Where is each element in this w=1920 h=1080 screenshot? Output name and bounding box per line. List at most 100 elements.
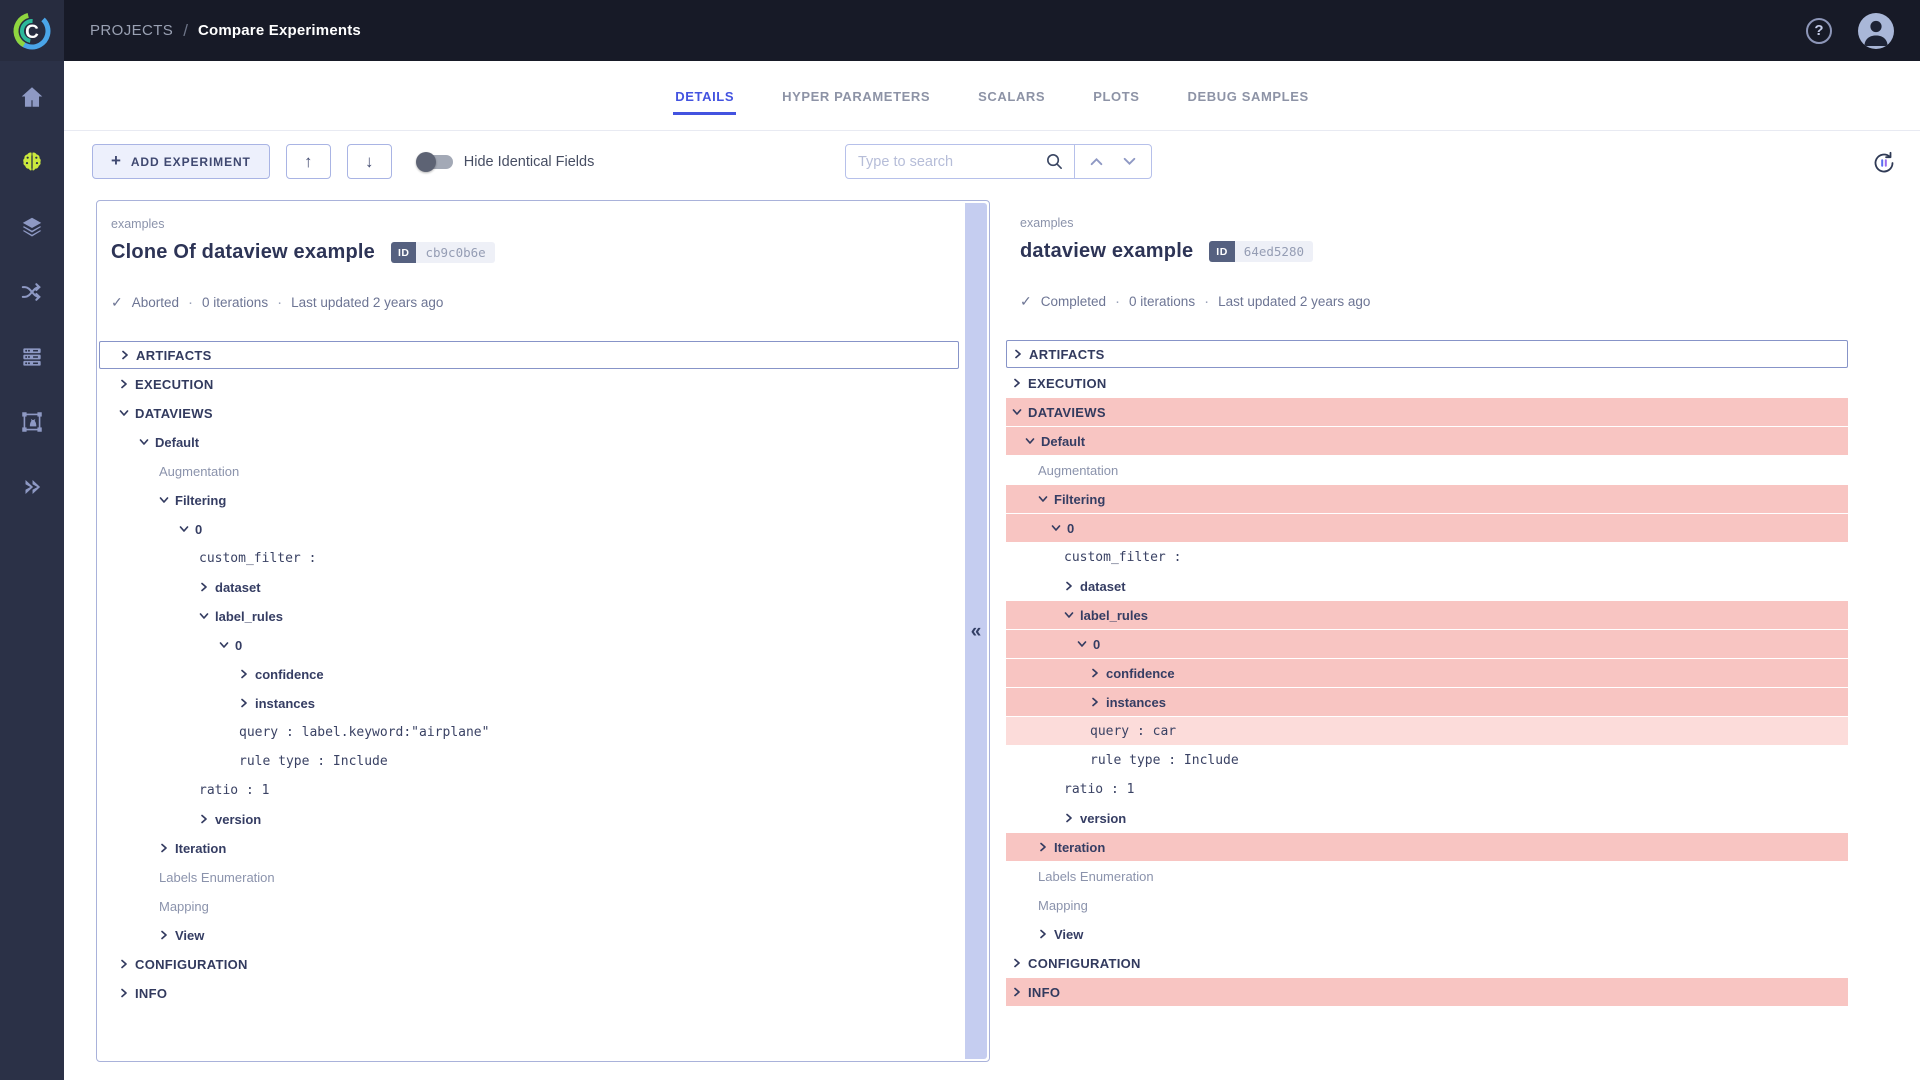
move-down-button[interactable]: ↓ [347, 144, 392, 179]
tree-row-augmentation[interactable]: Augmentation [1006, 456, 1848, 484]
experiments-brain-icon[interactable] [18, 148, 46, 176]
tree-row-label-rules[interactable]: label_rules [99, 602, 959, 630]
chevron-right-icon [159, 843, 169, 853]
iterations-text: 0 iterations [1129, 294, 1195, 309]
tree-row-label: confidence [1106, 666, 1175, 681]
chevron-right-icon [1038, 842, 1048, 852]
workers-queues-icon[interactable] [18, 343, 46, 371]
tree-row-label: INFO [1028, 985, 1060, 1000]
tree-row-labels-enumeration[interactable]: Labels Enumeration [1006, 862, 1848, 890]
tree-row-label: Iteration [175, 841, 226, 856]
auto-refresh-button[interactable] [1870, 149, 1898, 177]
tree-row-instances[interactable]: instances [99, 689, 959, 717]
tree-row-dataviews[interactable]: DATAVIEWS [99, 399, 959, 427]
tab-plots[interactable]: PLOTS [1091, 83, 1141, 115]
pipelines-icon[interactable] [18, 278, 46, 306]
tree-row-label: DATAVIEWS [1028, 405, 1106, 420]
person-icon [1858, 13, 1894, 49]
tree-row-view[interactable]: View [1006, 920, 1848, 948]
tree-row-label: Labels Enumeration [1038, 869, 1154, 884]
tree-row-execution[interactable]: EXECUTION [1006, 369, 1848, 397]
tree-row-artifacts[interactable]: ARTIFACTS [1006, 340, 1848, 368]
tree-row-filtering[interactable]: Filtering [99, 486, 959, 514]
tree-row-info[interactable]: INFO [1006, 978, 1848, 1006]
breadcrumb-projects[interactable]: PROJECTS [90, 22, 173, 39]
tree-row-0[interactable]: 0 [1006, 630, 1848, 658]
chevron-right-icon [199, 814, 209, 824]
tree-row-mapping[interactable]: Mapping [99, 892, 959, 920]
tree-row-artifacts[interactable]: ARTIFACTS [99, 341, 959, 369]
tree-row-query-label-keyword-airplane[interactable]: query : label.keyword:"airplane" [99, 718, 959, 746]
tree-row-query-label-keyword-airplane[interactable]: query : car [1006, 717, 1848, 745]
tree-row-configuration[interactable]: CONFIGURATION [99, 950, 959, 978]
annotations-icon[interactable] [18, 408, 46, 436]
tree-row-iteration[interactable]: Iteration [99, 834, 959, 862]
tree-row-confidence[interactable]: confidence [99, 660, 959, 688]
search-prev-button[interactable] [1086, 151, 1108, 173]
tab-details[interactable]: DETAILS [673, 83, 736, 115]
tree-row-labels-enumeration[interactable]: Labels Enumeration [99, 863, 959, 891]
updated-text: Last updated 2 years ago [1218, 294, 1370, 309]
tree-row-info[interactable]: INFO [99, 979, 959, 1007]
tree-row-filtering[interactable]: Filtering [1006, 485, 1848, 513]
tab-debug-samples[interactable]: DEBUG SAMPLES [1186, 83, 1311, 115]
add-experiment-button[interactable]: + ADD EXPERIMENT [92, 144, 270, 179]
chevron-right-icon [1012, 958, 1022, 968]
tree-row-label: Filtering [175, 493, 226, 508]
tree-row-custom-filter[interactable]: custom_filter : [1006, 543, 1848, 571]
collapse-panel-handle[interactable]: « [965, 203, 987, 1059]
tree-row-iteration[interactable]: Iteration [1006, 833, 1848, 861]
tree-row-confidence[interactable]: confidence [1006, 659, 1848, 687]
tree-row-0[interactable]: 0 [99, 515, 959, 543]
tree-row-dataset[interactable]: dataset [1006, 572, 1848, 600]
chevron-right-icon [1064, 581, 1074, 591]
tree-row-default[interactable]: Default [1006, 427, 1848, 455]
tree-row-label: 0 [195, 522, 202, 537]
toggle-track[interactable] [418, 155, 453, 169]
chevron-down-icon [1012, 407, 1022, 417]
search-group [845, 144, 1152, 179]
experiment-id-badge[interactable]: ID 64ed5280 [1209, 241, 1313, 262]
search-next-button[interactable] [1118, 151, 1140, 173]
project-name: examples [111, 217, 975, 231]
tree-row-mapping[interactable]: Mapping [1006, 891, 1848, 919]
tree-row-label: custom_filter : [199, 551, 316, 566]
tree-row-instances[interactable]: instances [1006, 688, 1848, 716]
tree-row-dataset[interactable]: dataset [99, 573, 959, 601]
tree-row-0[interactable]: 0 [1006, 514, 1848, 542]
experiment-panel-right: examples dataview example ID 64ed5280 ✓ … [1006, 200, 1848, 1007]
help-icon[interactable]: ? [1806, 18, 1832, 44]
tree-row-custom-filter[interactable]: custom_filter : [99, 544, 959, 572]
clearml-logo[interactable]: C [0, 0, 64, 61]
tree-row-dataviews[interactable]: DATAVIEWS [1006, 398, 1848, 426]
move-up-button[interactable]: ↑ [286, 144, 331, 179]
tree-row-default[interactable]: Default [99, 428, 959, 456]
tree-row-execution[interactable]: EXECUTION [99, 370, 959, 398]
tree-row-0[interactable]: 0 [99, 631, 959, 659]
tree-row-version[interactable]: version [1006, 804, 1848, 832]
experiment-id-badge[interactable]: ID cb9c0b6e [391, 242, 495, 263]
tree-row-label: ARTIFACTS [136, 348, 212, 363]
tab-hyper-parameters[interactable]: HYPER PARAMETERS [780, 83, 932, 115]
tree-row-configuration[interactable]: CONFIGURATION [1006, 949, 1848, 977]
datasets-layers-icon[interactable] [18, 213, 46, 241]
tree-row-view[interactable]: View [99, 921, 959, 949]
tree-row-rule-type-include[interactable]: rule type : Include [1006, 746, 1848, 774]
tab-scalars[interactable]: SCALARS [976, 83, 1047, 115]
hide-identical-toggle[interactable]: Hide Identical Fields [418, 154, 595, 170]
tree-row-label: Iteration [1054, 840, 1105, 855]
details-tree-left: ARTIFACTS EXECUTION DATAVIEWS DefaultAug… [99, 341, 959, 1007]
tree-row-label-rules[interactable]: label_rules [1006, 601, 1848, 629]
home-icon[interactable] [18, 83, 46, 111]
tree-row-rule-type-include[interactable]: rule type : Include [99, 747, 959, 775]
tree-row-version[interactable]: version [99, 805, 959, 833]
user-avatar[interactable] [1858, 13, 1894, 49]
tree-row-ratio-1[interactable]: ratio : 1 [1006, 775, 1848, 803]
tree-row-label: EXECUTION [1028, 376, 1107, 391]
chevron-down-icon [1038, 494, 1048, 504]
sidebar-expand-icon[interactable] [18, 473, 46, 501]
tree-row-ratio-1[interactable]: ratio : 1 [99, 776, 959, 804]
tree-row-augmentation[interactable]: Augmentation [99, 457, 959, 485]
search-input[interactable] [858, 154, 1045, 170]
main-area: DETAILS HYPER PARAMETERS SCALARS PLOTS D… [64, 61, 1920, 1080]
